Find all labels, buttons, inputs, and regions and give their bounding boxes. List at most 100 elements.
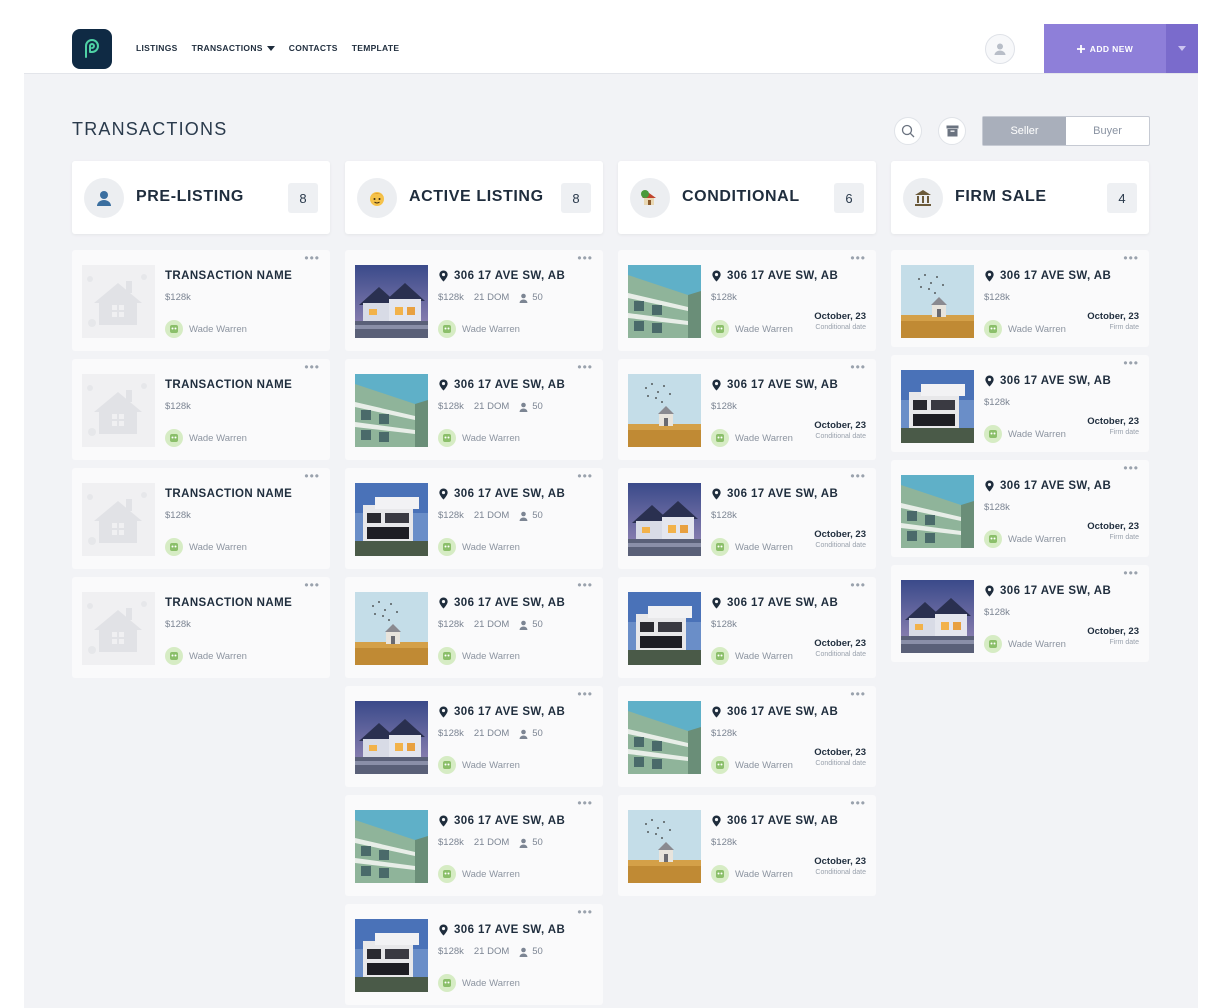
transaction-card[interactable]: ••• TRANSACTION NAME $128k Wade Warren — [72, 577, 330, 678]
card-price: $128k — [711, 728, 737, 739]
transaction-card[interactable]: ••• TRANSACTION NAME $128k Wade Warren — [72, 250, 330, 351]
transaction-card[interactable]: ••• 306 17 AVE SW, AB $128k Wade Warren Octo… — [618, 359, 876, 460]
user-avatar-button[interactable] — [985, 34, 1015, 64]
agent-avatar — [438, 974, 456, 992]
more-options-icon[interactable]: ••• — [304, 470, 320, 482]
card-title-text: 306 17 AVE SW, AB — [727, 706, 839, 718]
column-firm-sale: FIRM SALE 4 ••• 306 17 AVE SW, AB $128k Wade … — [891, 161, 1149, 662]
nav-transactions[interactable]: TRANSACTIONS — [192, 43, 275, 53]
agent-avatar-icon — [989, 430, 997, 438]
more-options-icon[interactable]: ••• — [850, 470, 866, 482]
agent-avatar-icon — [443, 543, 451, 551]
transaction-card[interactable]: ••• 306 17 AVE SW, AB $128k 21 DOM 50 Wade Wa… — [345, 577, 603, 678]
more-options-icon[interactable]: ••• — [1123, 252, 1139, 264]
transaction-card[interactable]: ••• 306 17 AVE SW, AB $128k Wade Warren Octo… — [891, 565, 1149, 662]
card-price: $128k — [984, 607, 1010, 618]
nav-template-label: TEMPLATE — [351, 43, 400, 53]
transaction-card[interactable]: ••• TRANSACTION NAME $128k Wade Warren — [72, 359, 330, 460]
transaction-card[interactable]: ••• 306 17 AVE SW, AB $128k Wade Warren Octo… — [618, 577, 876, 678]
more-options-icon[interactable]: ••• — [304, 579, 320, 591]
agent-avatar — [711, 538, 729, 556]
more-options-icon[interactable]: ••• — [577, 688, 593, 700]
add-new-dropdown-button[interactable] — [1166, 24, 1198, 73]
column-header: FIRM SALE 4 — [891, 161, 1149, 234]
card-agent: Wade Warren — [165, 429, 247, 447]
transaction-card[interactable]: ••• 306 17 AVE SW, AB $128k 21 DOM 50 Wade Wa… — [345, 250, 603, 351]
transaction-card[interactable]: ••• 306 17 AVE SW, AB $128k Wade Warren Octo… — [618, 468, 876, 569]
app-logo[interactable] — [72, 29, 112, 69]
transaction-card[interactable]: ••• 306 17 AVE SW, AB $128k 21 DOM 50 Wade Wa… — [345, 468, 603, 569]
chevron-down-icon — [266, 45, 275, 51]
card-price: $128k — [984, 502, 1010, 513]
more-options-icon[interactable]: ••• — [1123, 462, 1139, 474]
agent-name: Wade Warren — [462, 323, 520, 335]
property-image — [901, 370, 974, 443]
agent-name: Wade Warren — [735, 432, 793, 444]
nav-contacts[interactable]: CONTACTS — [289, 43, 338, 53]
more-options-icon[interactable]: ••• — [850, 252, 866, 264]
toggle-buyer[interactable]: Buyer — [1066, 117, 1149, 145]
more-options-icon[interactable]: ••• — [577, 906, 593, 918]
property-image — [82, 592, 155, 665]
search-button[interactable] — [894, 117, 922, 145]
agent-name: Wade Warren — [735, 868, 793, 880]
more-options-icon[interactable]: ••• — [304, 361, 320, 373]
nav-template[interactable]: TEMPLATE — [352, 43, 400, 53]
card-price: $128k — [438, 837, 464, 848]
card-list: ••• TRANSACTION NAME $128k Wade Warren ••• TR… — [72, 250, 330, 678]
more-options-icon[interactable]: ••• — [304, 252, 320, 264]
card-list: ••• 306 17 AVE SW, AB $128k 21 DOM 50 Wade Wa… — [345, 250, 603, 1005]
toggle-seller[interactable]: Seller — [983, 117, 1066, 145]
more-options-icon[interactable]: ••• — [577, 361, 593, 373]
more-options-icon[interactable]: ••• — [577, 579, 593, 591]
card-meta: $128k 21 DOM 50 — [438, 401, 543, 412]
card-title-text: 306 17 AVE SW, AB — [454, 815, 566, 827]
transaction-card[interactable]: ••• 306 17 AVE SW, AB $128k 21 DOM 50 Wade Wa… — [345, 359, 603, 460]
more-options-icon[interactable]: ••• — [850, 797, 866, 809]
card-date: October, 23 Firm date — [1087, 521, 1139, 541]
card-agent: Wade Warren — [711, 429, 793, 447]
property-image — [82, 265, 155, 338]
transaction-card[interactable]: ••• 306 17 AVE SW, AB $128k 21 DOM 50 Wade Wa… — [345, 795, 603, 896]
transaction-card[interactable]: ••• 306 17 AVE SW, AB $128k Wade Warren Octo… — [618, 795, 876, 896]
card-price: $128k — [711, 837, 737, 848]
transaction-card[interactable]: ••• 306 17 AVE SW, AB $128k Wade Warren Octo… — [891, 355, 1149, 452]
card-title-text: 306 17 AVE SW, AB — [1000, 585, 1112, 597]
card-title-text: 306 17 AVE SW, AB — [454, 379, 566, 391]
card-price: $128k — [165, 510, 191, 521]
agent-name: Wade Warren — [462, 541, 520, 553]
chevron-down-icon — [1178, 46, 1186, 51]
add-new-label: ADD NEW — [1089, 43, 1134, 54]
location-pin-icon — [985, 375, 994, 387]
person-icon — [519, 838, 528, 848]
card-title-text: TRANSACTION NAME — [165, 597, 293, 609]
transaction-card[interactable]: ••• 306 17 AVE SW, AB $128k 21 DOM 50 Wade Wa… — [345, 904, 603, 1005]
card-meta: $128k — [165, 510, 191, 521]
agent-avatar-icon — [170, 543, 178, 551]
more-options-icon[interactable]: ••• — [1123, 357, 1139, 369]
transaction-card[interactable]: ••• 306 17 AVE SW, AB $128k Wade Warren Octo… — [618, 250, 876, 351]
column-header: ACTIVE LISTING 8 — [345, 161, 603, 234]
date-value: October, 23 — [814, 638, 866, 649]
nav-transactions-label: TRANSACTIONS — [191, 43, 263, 53]
more-options-icon[interactable]: ••• — [577, 252, 593, 264]
transaction-card[interactable]: ••• 306 17 AVE SW, AB $128k Wade Warren Octo… — [891, 250, 1149, 347]
archive-button[interactable] — [938, 117, 966, 145]
transaction-card[interactable]: ••• 306 17 AVE SW, AB $128k 21 DOM 50 Wade Wa… — [345, 686, 603, 787]
agent-avatar-icon — [170, 652, 178, 660]
more-options-icon[interactable]: ••• — [577, 797, 593, 809]
agent-avatar — [711, 429, 729, 447]
transaction-card[interactable]: ••• 306 17 AVE SW, AB $128k Wade Warren Octo… — [891, 460, 1149, 557]
transaction-card[interactable]: ••• TRANSACTION NAME $128k Wade Warren — [72, 468, 330, 569]
nav-listings[interactable]: LISTINGS — [136, 43, 178, 53]
more-options-icon[interactable]: ••• — [577, 470, 593, 482]
transaction-card[interactable]: ••• 306 17 AVE SW, AB $128k Wade Warren Octo… — [618, 686, 876, 787]
more-options-icon[interactable]: ••• — [850, 579, 866, 591]
add-new-button[interactable]: ADD NEW — [1044, 24, 1166, 73]
more-options-icon[interactable]: ••• — [1123, 567, 1139, 579]
more-options-icon[interactable]: ••• — [850, 361, 866, 373]
card-people-count: 50 — [532, 292, 543, 303]
column-count-badge: 8 — [288, 183, 318, 213]
date-label: Firm date — [1109, 324, 1139, 331]
more-options-icon[interactable]: ••• — [850, 688, 866, 700]
